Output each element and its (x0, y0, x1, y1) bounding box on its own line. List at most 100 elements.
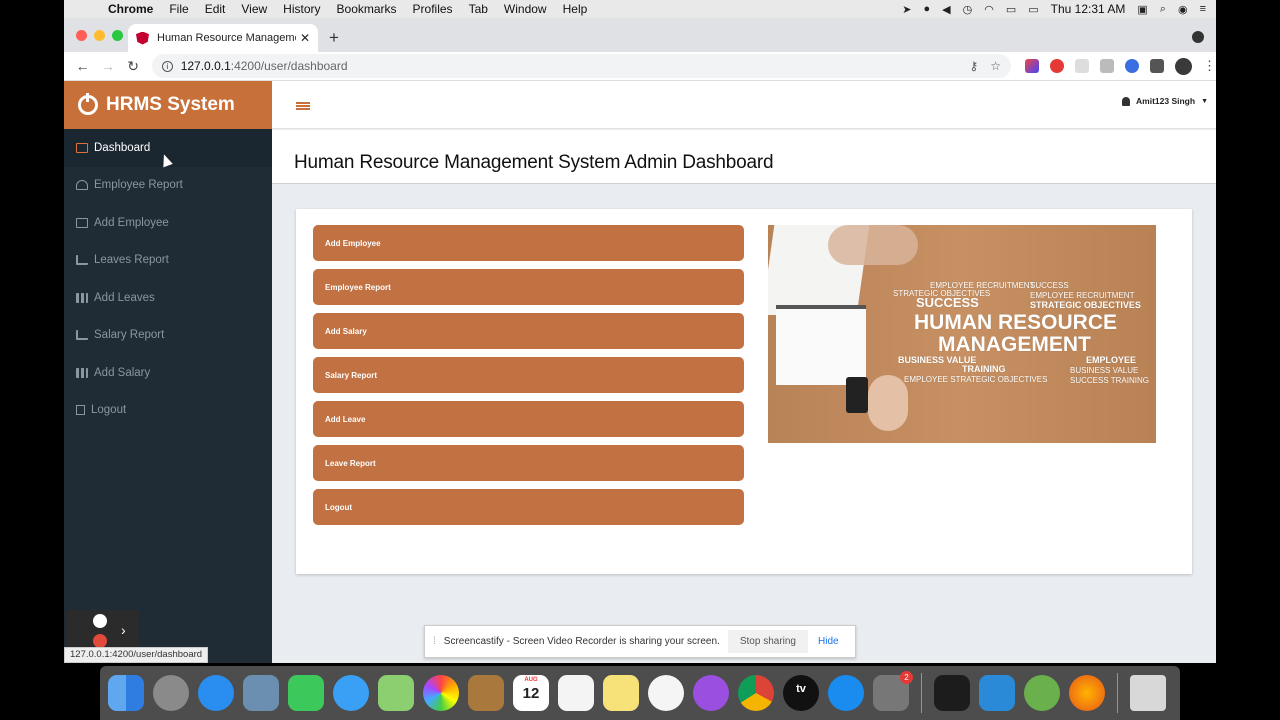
sidebar-item-employee-report[interactable]: Employee Report (64, 167, 272, 205)
share-message: Screencastify - Screen Video Recorder is… (443, 636, 720, 647)
sidebar-item-label: Logout (91, 404, 127, 417)
sidebar-item-logout[interactable]: Logout (64, 392, 272, 430)
menu-bookmarks[interactable]: Bookmarks (337, 2, 397, 16)
menu-help[interactable]: Help (563, 2, 588, 16)
maximize-window-button[interactable] (112, 30, 123, 41)
salary-report-button[interactable]: Salary Report (313, 357, 744, 393)
chevron-right-icon[interactable]: › (121, 622, 126, 638)
apple-tv-icon[interactable]: tv (783, 675, 819, 711)
finder-icon[interactable] (108, 675, 144, 711)
close-tab-icon[interactable]: ✕ (300, 31, 310, 45)
minimize-window-button[interactable] (94, 30, 105, 41)
add-salary-button[interactable]: Add Salary (313, 313, 744, 349)
sidebar-item-label: Leaves Report (94, 254, 169, 267)
back-button[interactable]: ← (70, 58, 95, 74)
logout-button[interactable]: Logout (313, 489, 744, 525)
maps-icon[interactable] (378, 675, 414, 711)
sidebar-item-salary-report[interactable]: Salary Report (64, 317, 272, 355)
new-tab-button[interactable]: + (329, 28, 339, 48)
menu-edit[interactable]: Edit (205, 2, 226, 16)
profile-avatar[interactable] (1175, 57, 1193, 75)
spring-icon[interactable] (1024, 675, 1060, 711)
safari-icon[interactable] (198, 675, 234, 711)
menu-tab[interactable]: Tab (469, 2, 488, 16)
sidebar-item-leaves-report[interactable]: Leaves Report (64, 242, 272, 280)
add-leave-button[interactable]: Add Leave (313, 401, 744, 437)
wifi-icon[interactable]: ◠ (984, 3, 994, 16)
menu-chrome[interactable]: Chrome (108, 2, 153, 16)
banner-hand (828, 225, 918, 265)
pause-icon[interactable] (93, 614, 107, 628)
extension-1-icon[interactable] (1025, 59, 1040, 73)
banner-word: EMPLOYEE (1086, 355, 1137, 365)
banner-phone (846, 377, 868, 413)
site-info-icon[interactable]: i (161, 60, 173, 72)
stop-record-icon[interactable] (93, 634, 107, 648)
terminal-icon[interactable] (934, 675, 970, 711)
music-icon[interactable] (648, 675, 684, 711)
dashboard-card: Add Employee Employee Report Add Salary … (296, 209, 1192, 574)
add-employee-button[interactable]: Add Employee (313, 225, 744, 261)
browser-tab[interactable]: Human Resource Managemen ✕ (128, 24, 318, 52)
chrome-icon[interactable] (738, 675, 774, 711)
spotlight-icon[interactable]: ⌕ (1160, 3, 1166, 16)
microphone-icon[interactable]: ● (924, 3, 931, 15)
url-host: 127.0.0.1 (180, 59, 231, 73)
siri-icon[interactable]: ◉ (1178, 3, 1188, 16)
extension-3-icon[interactable] (1075, 59, 1090, 73)
sidebar-item-add-salary[interactable]: Add Salary (64, 354, 272, 392)
trash-icon[interactable] (1130, 675, 1166, 711)
tab-search-icon[interactable] (1192, 31, 1204, 43)
sidebar-item-add-employee[interactable]: Add Employee (64, 204, 272, 242)
vscode-icon[interactable] (979, 675, 1015, 711)
puzzle-icon[interactable] (1150, 59, 1165, 73)
notes-icon[interactable] (603, 675, 639, 711)
photos-icon[interactable] (423, 675, 459, 711)
airplay-icon[interactable]: ▭ (1006, 3, 1016, 16)
reload-button[interactable]: ↻ (120, 58, 145, 75)
calendar-icon[interactable]: AUG 12 (513, 675, 549, 711)
messages-icon[interactable] (333, 675, 369, 711)
extension-5-icon[interactable] (1125, 59, 1140, 73)
chrome-menu-icon[interactable]: ⋮ (1203, 58, 1216, 74)
reminders-icon[interactable] (558, 675, 594, 711)
location-icon[interactable]: ➤ (902, 3, 911, 16)
battery-icon[interactable]: ▭ (1028, 3, 1038, 16)
time-machine-icon[interactable]: ◷ (963, 3, 973, 16)
close-window-button[interactable] (76, 30, 87, 41)
launchpad-icon[interactable] (153, 675, 189, 711)
screen-mirror-icon[interactable]: ▣ (1137, 3, 1147, 16)
hide-button[interactable]: Hide (818, 636, 839, 647)
brand[interactable]: HRMS System (64, 81, 272, 129)
menu-window[interactable]: Window (504, 2, 547, 16)
camera-extension-icon[interactable] (1100, 59, 1115, 73)
control-center-icon[interactable]: ≡ (1200, 3, 1206, 15)
firefox-icon[interactable] (1069, 675, 1105, 711)
sidebar-item-label: Add Leaves (94, 291, 155, 304)
volume-icon[interactable]: ◀ (942, 3, 950, 16)
address-bar[interactable]: i 127.0.0.1:4200/user/dashboard ⚷ ☆ (151, 54, 1012, 78)
menu-view[interactable]: View (241, 2, 267, 16)
user-menu[interactable]: Amit123 Singh ▼ (1122, 96, 1208, 106)
podcasts-icon[interactable] (693, 675, 729, 711)
employee-report-button[interactable]: Employee Report (313, 269, 744, 305)
facetime-icon[interactable] (288, 675, 324, 711)
stop-sharing-button[interactable]: Stop sharing (727, 630, 808, 653)
menubar-clock[interactable]: Thu 12:31 AM (1051, 2, 1126, 16)
bookmark-star-icon[interactable]: ☆ (990, 59, 1001, 73)
leave-report-button[interactable]: Leave Report (313, 445, 744, 481)
menu-history[interactable]: History (283, 2, 320, 16)
drag-handle-icon[interactable]: ⁞ (433, 636, 436, 647)
app-store-icon[interactable] (828, 675, 864, 711)
menu-file[interactable]: File (169, 2, 188, 16)
contacts-icon[interactable] (468, 675, 504, 711)
sidebar-item-label: Employee Report (94, 179, 183, 192)
mail-icon[interactable] (243, 675, 279, 711)
sidebar-item-add-leaves[interactable]: Add Leaves (64, 279, 272, 317)
forward-button[interactable]: → (95, 58, 120, 74)
key-icon[interactable]: ⚷ (969, 59, 978, 73)
hamburger-menu-icon[interactable] (296, 102, 310, 110)
extension-2-icon[interactable] (1050, 59, 1065, 73)
system-preferences-icon[interactable]: 2 (873, 671, 913, 711)
menu-profiles[interactable]: Profiles (413, 2, 453, 16)
